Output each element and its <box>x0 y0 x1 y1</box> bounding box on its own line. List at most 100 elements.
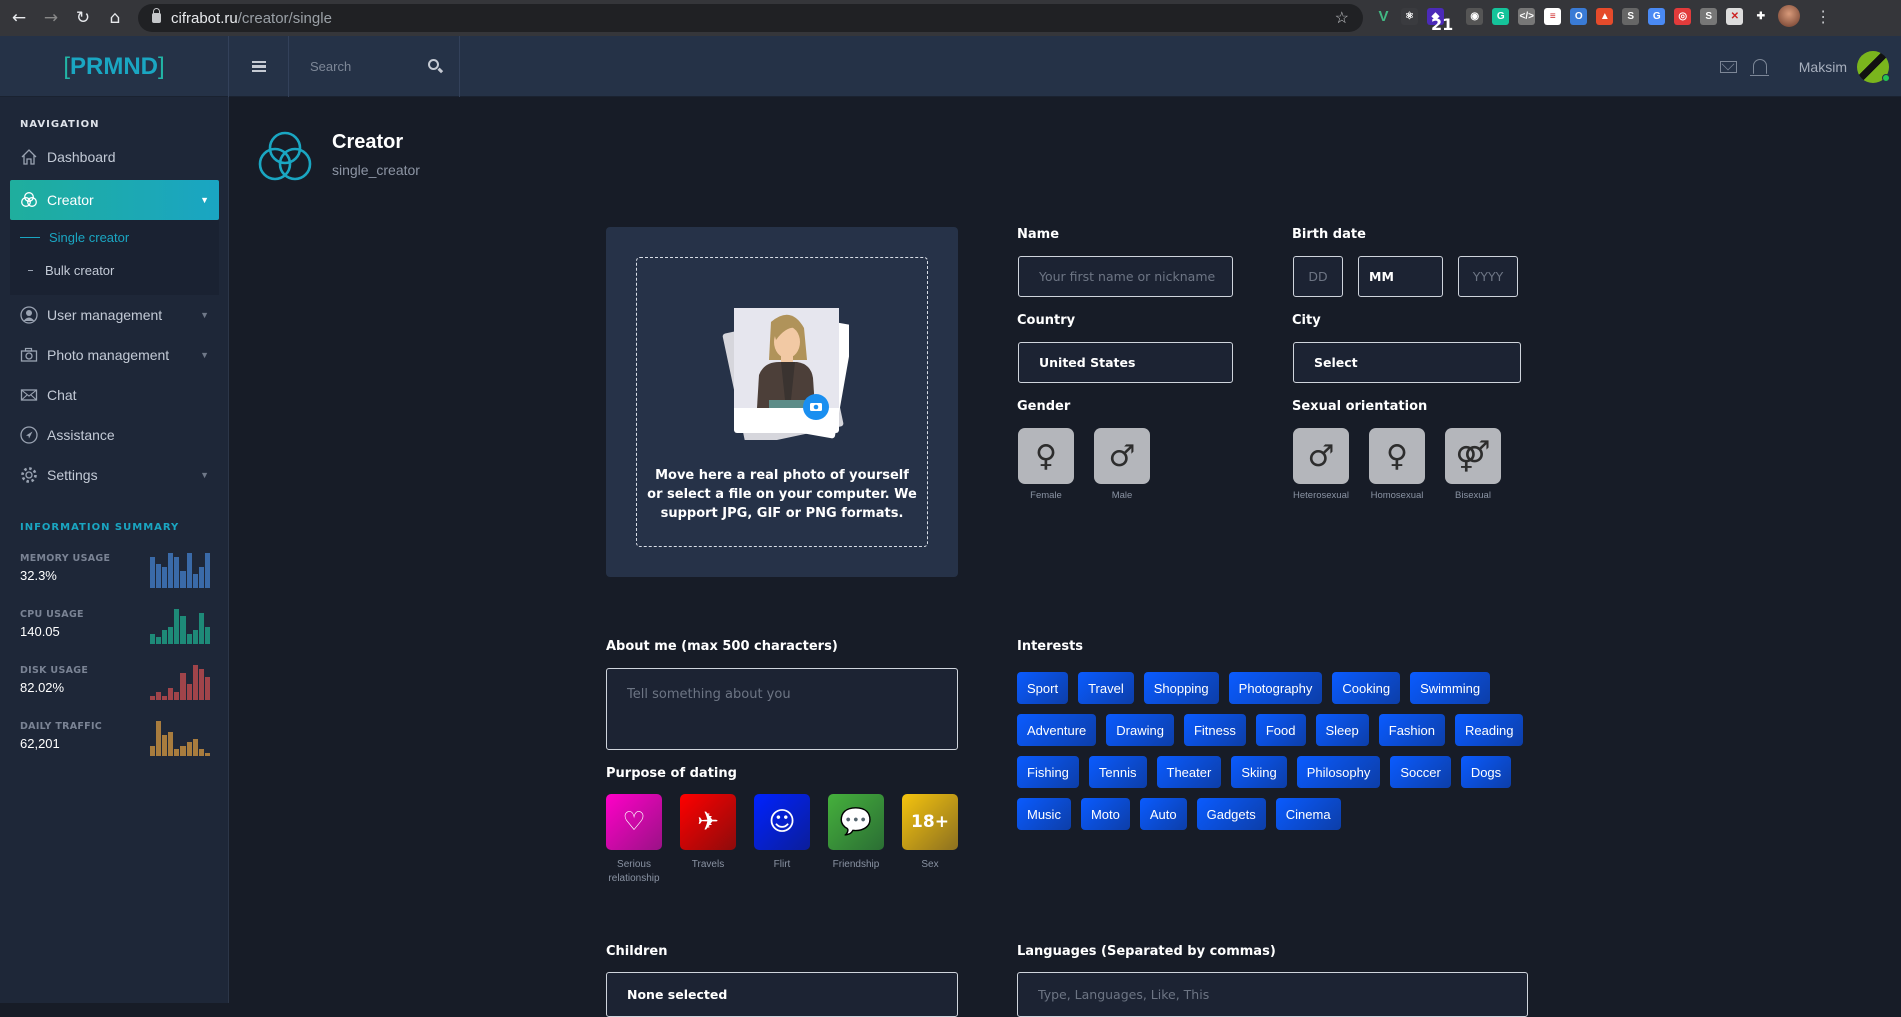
dash <box>28 269 33 271</box>
birth-year-input[interactable] <box>1458 256 1518 297</box>
translate-extension-icon[interactable]: G <box>1648 7 1666 25</box>
interest-tag[interactable]: Shopping <box>1143 672 1219 704</box>
sidebar-item-assistance[interactable]: Assistance <box>10 415 219 455</box>
sparkline-bar <box>180 616 186 644</box>
sidebar-item-settings[interactable]: Settings ▼ <box>10 455 219 495</box>
homosexual-option[interactable]: ♀ <box>1369 428 1425 484</box>
male-option[interactable]: ♂ <box>1094 428 1150 484</box>
menu-toggle-button[interactable] <box>229 36 289 97</box>
purpose-flirt-option[interactable]: ☺ <box>754 794 810 850</box>
interest-tag[interactable]: Reading <box>1455 714 1524 746</box>
address-bar[interactable]: cifrabot.ru/creator/single ☆ <box>138 4 1363 32</box>
shield-extension-icon[interactable]: ✕ <box>1726 7 1744 25</box>
purpose-sex-option[interactable]: 18+ <box>902 794 958 850</box>
sidebar-item-photo-management[interactable]: Photo management ▼ <box>10 335 219 375</box>
photo-dropzone[interactable]: Move here a real photo of yourself or se… <box>636 257 928 547</box>
country-select[interactable]: United States <box>1018 342 1233 383</box>
upload-instructions: Move here a real photo of yourself or se… <box>647 468 917 521</box>
city-select[interactable]: Select <box>1293 342 1521 383</box>
sidebar-item-user-management[interactable]: User management ▼ <box>10 295 219 335</box>
sparkline-bar <box>204 752 210 756</box>
interest-tag[interactable]: Music <box>1017 798 1071 830</box>
birth-month-select[interactable]: MM <box>1358 256 1443 297</box>
heterosexual-option[interactable]: ♂ <box>1293 428 1349 484</box>
puzzle-extensions-icon[interactable]: ✚ <box>1752 7 1770 25</box>
birth-day-input[interactable] <box>1293 256 1343 297</box>
sidebar-item-dashboard[interactable]: Dashboard <box>10 137 219 177</box>
camera-extension-icon[interactable]: ◉ <box>1466 7 1484 25</box>
android-extension-icon[interactable]: ▲ <box>1596 7 1614 25</box>
interest-tag[interactable]: Auto <box>1139 798 1187 830</box>
sidebar-item-label: Creator <box>47 192 94 208</box>
male-label: Male <box>1111 490 1133 501</box>
browser-profile-avatar[interactable] <box>1778 5 1801 27</box>
interest-tag[interactable]: Food <box>1255 714 1306 746</box>
target-extension-icon[interactable]: ◎ <box>1674 7 1692 25</box>
interest-tag[interactable]: Fashion <box>1378 714 1445 746</box>
code-extension-icon[interactable]: </> <box>1518 7 1536 25</box>
sparkline-bar <box>192 665 198 700</box>
interest-tag[interactable]: Drawing <box>1106 714 1174 746</box>
children-select[interactable]: None selected <box>606 972 958 1017</box>
s-extension-icon[interactable]: S <box>1622 7 1640 25</box>
interest-tag[interactable]: Skiing <box>1231 756 1287 788</box>
gear-icon <box>20 466 38 484</box>
interest-tag[interactable]: Gadgets <box>1196 798 1266 830</box>
logo[interactable]: [PRMND] <box>0 36 229 97</box>
purpose-serious-relationship-option[interactable]: ♡ <box>606 794 662 850</box>
notifications-bell-icon[interactable] <box>1749 59 1769 76</box>
sparkline-bar <box>174 749 180 756</box>
browser-menu-icon[interactable]: ⋮ <box>1815 7 1831 26</box>
vue-devtools-icon[interactable]: V <box>1375 8 1392 25</box>
sidebar-item-chat[interactable]: Chat <box>10 375 219 415</box>
interest-tag[interactable]: Tennis <box>1088 756 1147 788</box>
female-option[interactable]: ♀ <box>1018 428 1074 484</box>
interest-tag[interactable]: Adventure <box>1017 714 1097 746</box>
back-icon[interactable]: ← <box>6 5 32 31</box>
url-path: /creator/single <box>237 9 332 27</box>
interest-tag[interactable]: Philosophy <box>1296 756 1381 788</box>
forward-icon[interactable]: → <box>38 5 64 31</box>
interest-tag[interactable]: Cinema <box>1275 798 1341 830</box>
interest-tag[interactable]: Sleep <box>1315 714 1369 746</box>
sparkline-bar <box>204 553 210 588</box>
interest-tag[interactable]: Theater <box>1156 756 1222 788</box>
submenu-item-bulk-creator[interactable]: Bulk creator <box>28 255 114 285</box>
about-textarea[interactable] <box>606 668 958 750</box>
sparkline-bar <box>192 574 198 588</box>
interest-tag[interactable]: Soccer <box>1390 756 1451 788</box>
sidebar-item-creator[interactable]: Creator ▼ <box>10 180 219 220</box>
search-icon[interactable] <box>428 59 439 70</box>
bisexual-option[interactable]: ⚤ <box>1445 428 1501 484</box>
username[interactable]: Maksim <box>1799 59 1847 75</box>
react-devtools-icon[interactable]: ⚛ <box>1401 7 1418 25</box>
languages-input[interactable] <box>1017 972 1528 1017</box>
user-avatar[interactable] <box>1857 50 1890 83</box>
messages-icon[interactable] <box>1719 60 1737 73</box>
sparkline-bar <box>156 563 162 588</box>
list-extension-icon[interactable]: ≡ <box>1544 7 1562 25</box>
name-input[interactable] <box>1018 256 1233 297</box>
interest-tag[interactable]: Cooking <box>1332 672 1401 704</box>
search-input[interactable] <box>310 59 420 74</box>
interest-tag[interactable]: Travel <box>1078 672 1134 704</box>
home-icon[interactable]: ⌂ <box>102 5 128 31</box>
purpose-friendship-option[interactable]: 💬 <box>828 794 884 850</box>
grammarly-icon[interactable]: G <box>1492 7 1510 25</box>
interest-tag[interactable]: Fishing <box>1017 756 1079 788</box>
chevron-down-icon: ▼ <box>200 310 209 320</box>
purpose-travels-option[interactable]: ✈ <box>680 794 736 850</box>
interest-tag[interactable]: Moto <box>1080 798 1130 830</box>
ring-extension-icon[interactable]: O <box>1570 7 1588 25</box>
interest-tag[interactable]: Fitness <box>1183 714 1246 746</box>
interest-tag[interactable]: Swimming <box>1410 672 1491 704</box>
interest-tag[interactable]: Sport <box>1017 672 1069 704</box>
sparkline-bar <box>168 553 174 588</box>
submenu-item-single-creator[interactable]: Single creator <box>20 222 129 252</box>
search-box <box>290 36 460 97</box>
interest-tag[interactable]: Dogs <box>1460 756 1512 788</box>
interest-tag[interactable]: Photography <box>1228 672 1323 704</box>
shopify-extension-icon[interactable]: S <box>1700 7 1718 25</box>
reload-icon[interactable]: ↻ <box>70 5 96 31</box>
bookmark-star-icon[interactable]: ☆ <box>1335 8 1349 28</box>
